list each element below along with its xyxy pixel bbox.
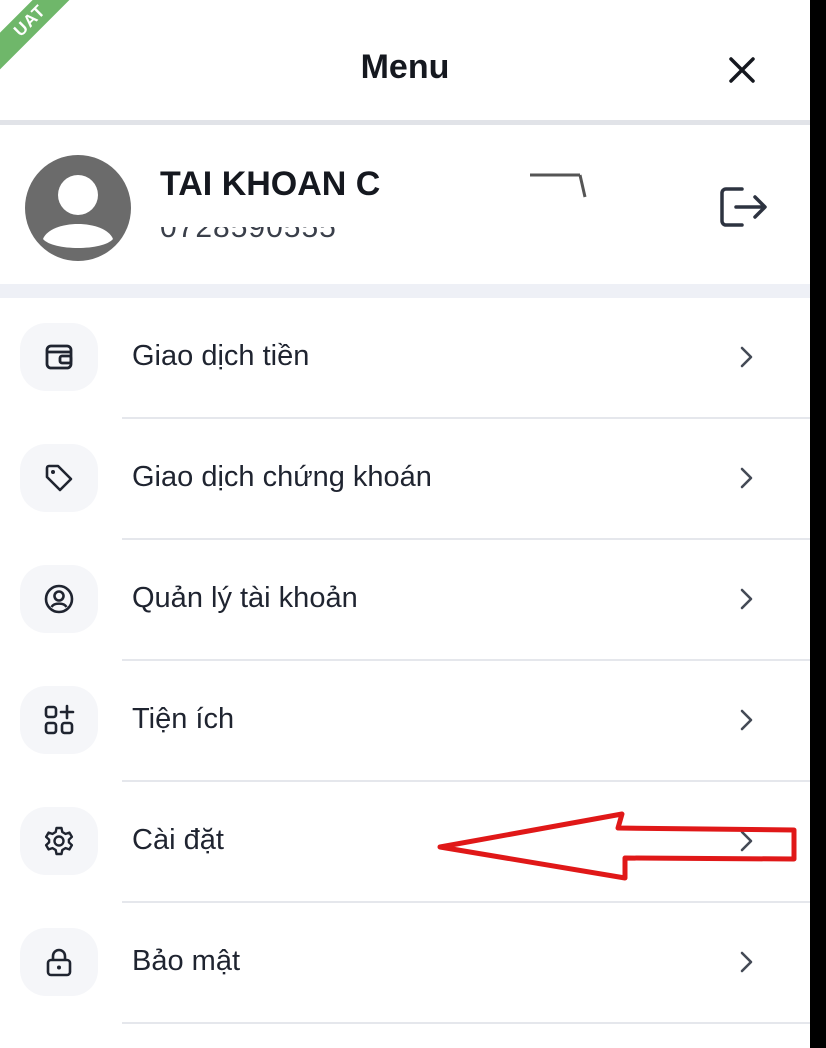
menu-item-label: Cài đặt (132, 824, 224, 856)
menu-item-utilities[interactable]: Tiện ích (0, 661, 810, 782)
avatar-icon (25, 155, 131, 261)
header: Menu (0, 0, 810, 125)
gear-icon (44, 826, 74, 856)
menu-icon-box (20, 444, 98, 512)
menu-icon-box (20, 928, 98, 996)
wallet-icon (45, 344, 73, 370)
menu-item-label: Giao dịch chứng khoán (132, 461, 432, 493)
account-name: TAI KHOAN C (160, 165, 381, 203)
menu-item-money-transaction[interactable]: Giao dịch tiền (0, 298, 810, 419)
menu-item-securities-transaction[interactable]: Giao dịch chứng khoán (0, 419, 810, 540)
menu-item-account-management[interactable]: Quản lý tài khoản (0, 540, 810, 661)
tag-icon (45, 464, 73, 492)
apps-add-icon (44, 704, 75, 735)
section-divider (0, 284, 810, 298)
menu-item-security[interactable]: Bảo mật (0, 903, 810, 1024)
close-icon (729, 57, 755, 83)
redaction-marks (530, 173, 587, 198)
lock-icon (46, 948, 72, 977)
chevron-right-icon (740, 588, 753, 610)
chevron-right-icon (740, 830, 753, 852)
menu-item-label: Quản lý tài khoản (132, 582, 358, 614)
avatar[interactable] (25, 155, 131, 261)
chevron-right-icon (740, 951, 753, 973)
chevron-right-icon (740, 467, 753, 489)
menu-item-settings[interactable]: Cài đặt (0, 782, 810, 903)
phone-redaction (155, 205, 375, 227)
menu-item-label: Giao dịch tiền (132, 340, 310, 372)
close-button[interactable] (722, 50, 762, 90)
logout-icon (720, 187, 767, 227)
logout-button[interactable] (712, 175, 776, 239)
menu-icon-box (20, 323, 98, 391)
menu-icon-box (20, 686, 98, 754)
chevron-right-icon (740, 346, 753, 368)
user-circle-icon (44, 584, 74, 614)
chevron-right-icon (740, 709, 753, 731)
page-title: Menu (360, 48, 450, 86)
divider (122, 1022, 810, 1024)
menu-icon-box (20, 565, 98, 633)
menu-item-label: Tiện ích (132, 703, 235, 735)
menu-screen: Menu UAT TAI KHOAN C 0728590555 Giao dịc… (0, 0, 810, 1048)
screen-edge (810, 0, 826, 1048)
profile-section: TAI KHOAN C 0728590555 (0, 125, 810, 285)
menu-item-label: Bảo mật (132, 945, 240, 977)
menu-list: Giao dịch tiền Giao dịch chứng khoán Quả… (0, 298, 810, 1024)
redaction (380, 167, 610, 207)
menu-icon-box (20, 807, 98, 875)
